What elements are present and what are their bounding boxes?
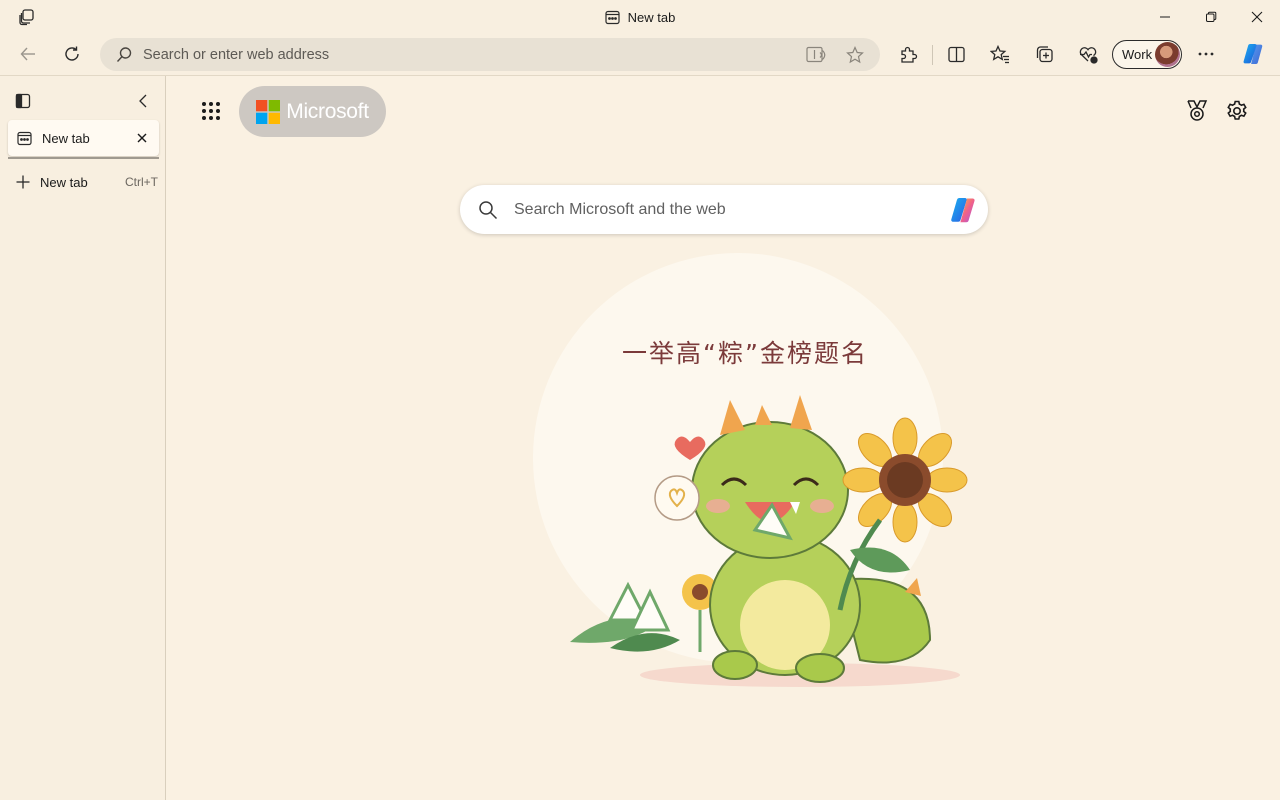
search-icon [478,200,498,220]
tab-actions-button[interactable] [10,88,36,114]
favorites-icon [990,44,1009,63]
collapse-pane-button[interactable] [130,88,156,114]
immersive-reader-icon[interactable] [801,40,831,70]
back-button[interactable] [12,38,44,70]
background-caption: 一举高“粽”金榜题名 [622,339,868,368]
rewards-button[interactable] [1182,96,1212,126]
app-launcher-button[interactable] [196,96,226,126]
minimize-button[interactable] [1142,0,1188,34]
web-search-placeholder: Search Microsoft and the web [514,200,726,218]
avatar [1155,42,1180,67]
microsoft-label: Microsoft [286,99,369,123]
copilot-icon [1243,44,1263,64]
restore-button[interactable] [1188,0,1234,34]
sidebar-tab-label: New tab [42,130,90,146]
window-title: New tab [0,0,1280,34]
collections-icon [1036,45,1053,62]
plus-icon [16,175,30,189]
extensions-button[interactable] [892,38,924,70]
refresh-icon [65,46,79,61]
new-tab-shortcut: Ctrl+T [125,175,158,189]
browser-essentials-icon [1079,46,1098,64]
extensions-icon [900,46,917,63]
close-icon [137,133,147,143]
window-title-text: New tab [627,9,676,25]
minimize-icon [1160,16,1170,18]
back-icon [20,47,35,61]
toolbar-divider [932,45,933,65]
close-icon [1251,11,1263,23]
microsoft-logo-icon [256,99,281,124]
profile-label: Work [1122,47,1153,62]
new-tab-page-icon [605,10,620,25]
close-tab-button[interactable] [129,125,155,151]
app-launcher-grid-icon [202,102,220,120]
new-tab-button[interactable]: New tab Ctrl+T [10,170,158,194]
copilot-button[interactable] [1237,38,1269,70]
address-placeholder: Search or enter web address [143,46,330,63]
rewards-trophy-icon [1187,100,1208,121]
more-options-button[interactable] [1190,38,1222,70]
active-tab-indicator [8,157,159,159]
restore-icon [1206,11,1217,22]
browser-essentials-button[interactable] [1072,38,1104,70]
microsoft-logo-button[interactable]: Microsoft [239,86,386,137]
search-icon [116,46,133,63]
favorites-button[interactable] [984,38,1016,70]
gear-icon [1227,100,1247,120]
copilot-search-icon[interactable] [946,193,980,227]
profile-button[interactable]: Work [1112,40,1182,69]
chevron-left-icon [139,94,147,108]
favorite-star-icon[interactable] [840,40,870,70]
tab-actions-icon [15,93,31,109]
settings-button[interactable] [1222,96,1252,126]
refresh-button[interactable] [56,38,88,70]
dragon-sunflower-illustration [570,395,968,687]
web-search-box[interactable]: Search Microsoft and the web [460,185,988,234]
sidebar-tab-new-tab[interactable]: New tab [8,120,159,156]
new-tab-label: New tab [40,174,88,190]
split-screen-button[interactable] [940,38,972,70]
toolbar-border [0,75,1280,76]
address-bar[interactable]: Search or enter web address [100,38,880,71]
close-window-button[interactable] [1234,0,1280,34]
new-tab-page-icon [17,131,32,146]
split-screen-icon [947,46,965,62]
more-options-icon [1198,52,1214,56]
collections-button[interactable] [1028,38,1060,70]
